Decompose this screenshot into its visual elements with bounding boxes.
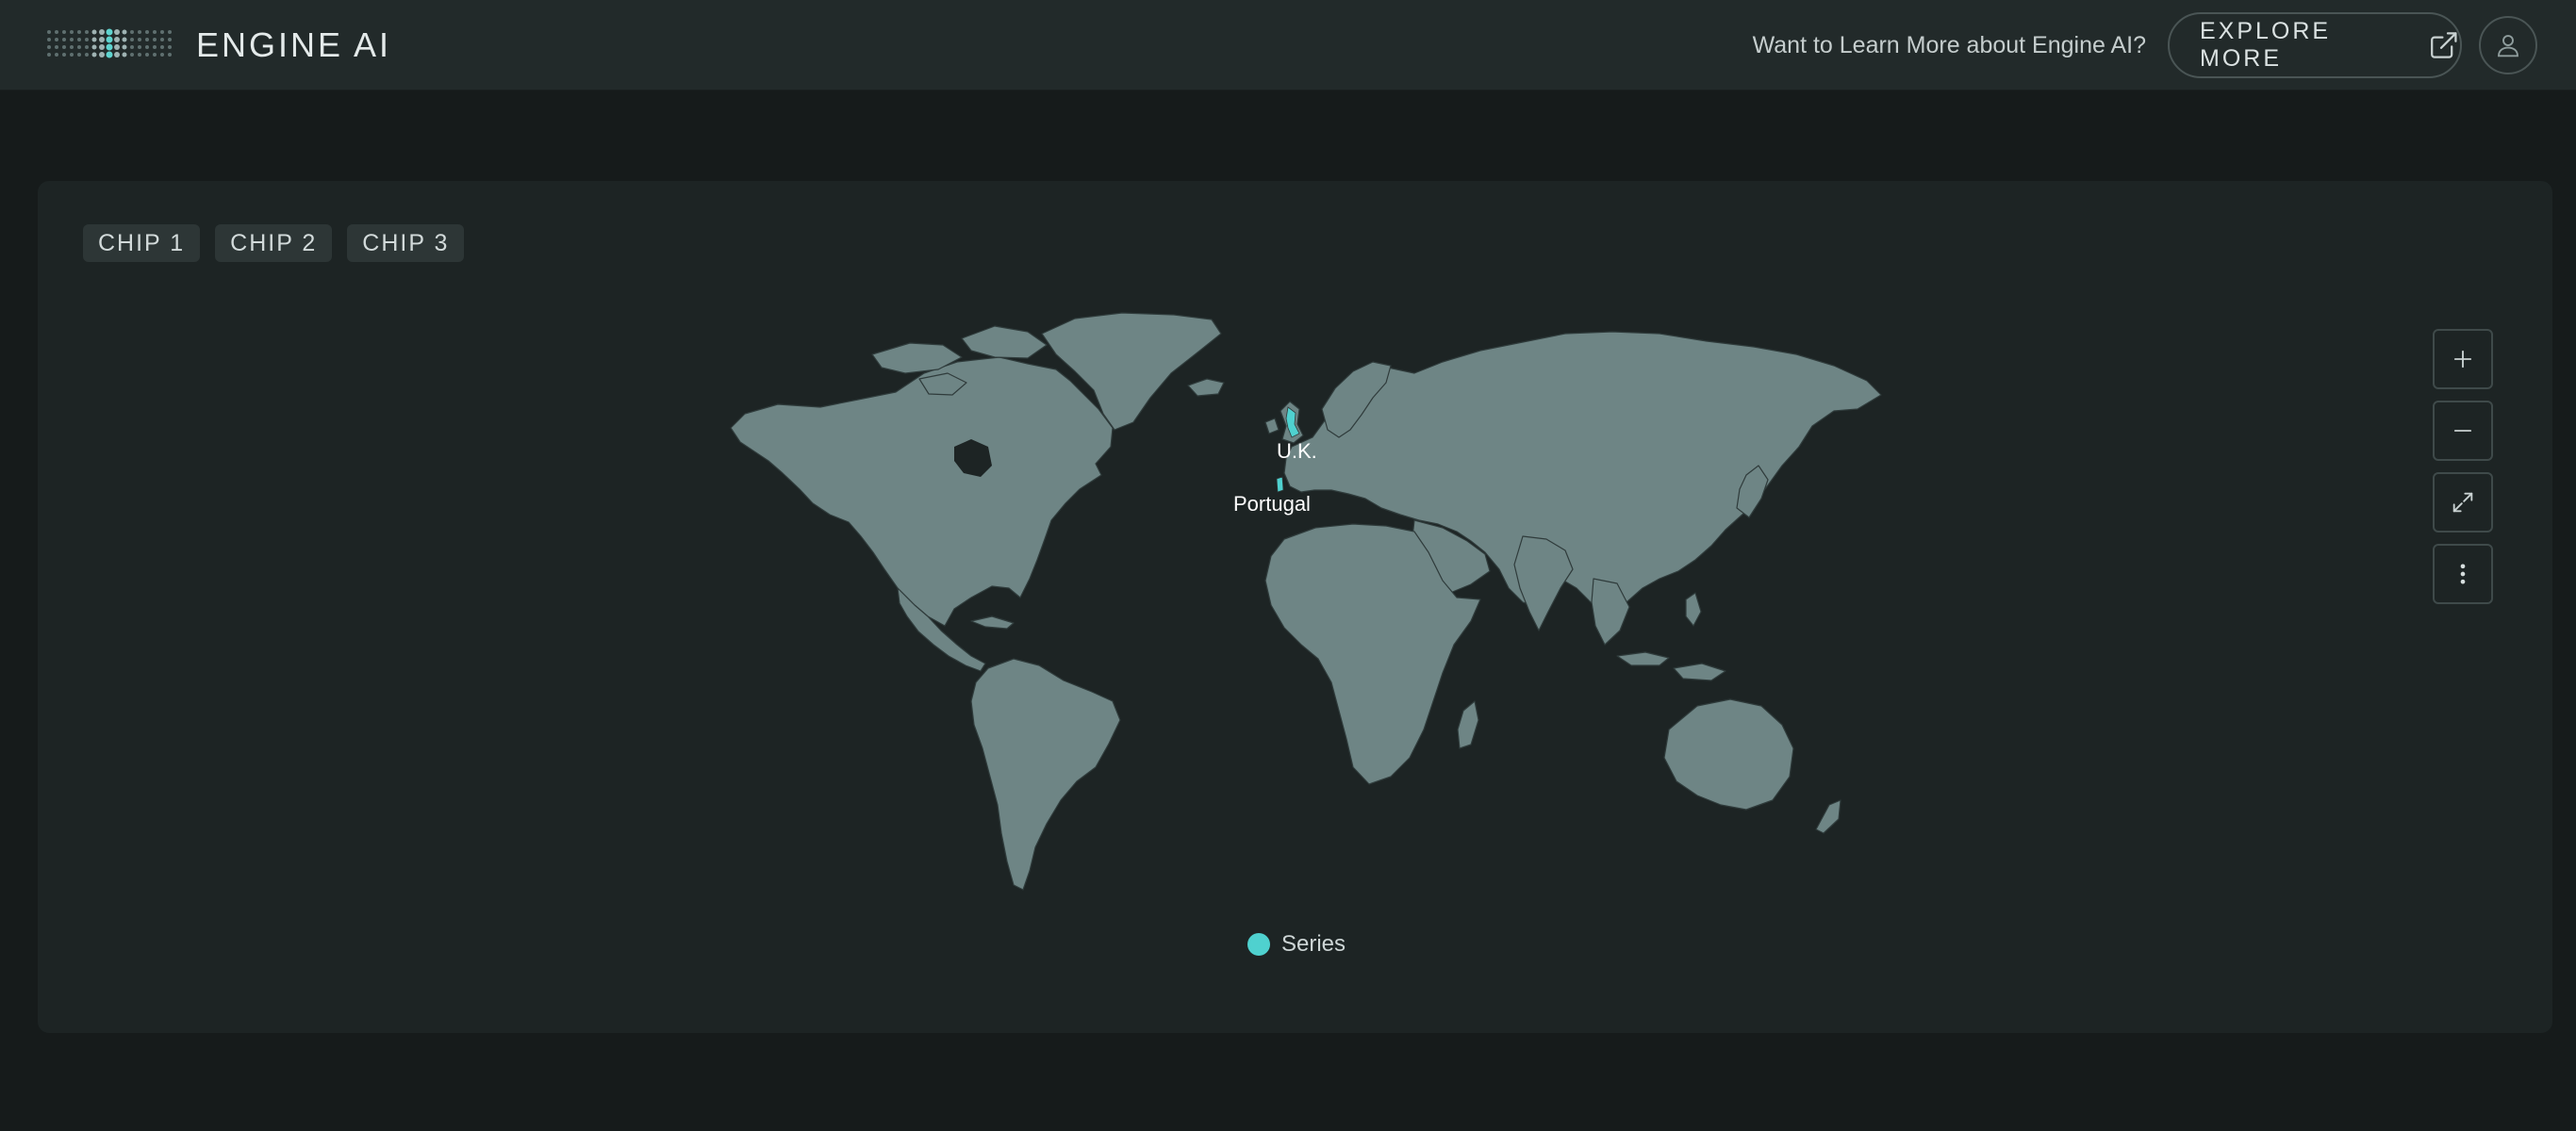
user-avatar-button[interactable] bbox=[2479, 16, 2537, 74]
india-landmass bbox=[1513, 535, 1574, 631]
minus-icon bbox=[2453, 430, 2472, 432]
logo-icon bbox=[47, 28, 172, 58]
australia-landmass bbox=[1663, 698, 1794, 811]
zoom-out-button[interactable] bbox=[2433, 401, 2493, 461]
map-card: CHIP 1 CHIP 2 CHIP 3 U.K. Portugal Serie… bbox=[38, 181, 2552, 1033]
chip-3[interactable]: CHIP 3 bbox=[347, 224, 465, 262]
explore-more-button[interactable]: EXPLORE MORE bbox=[2168, 12, 2462, 78]
chip-2[interactable]: CHIP 2 bbox=[215, 224, 333, 262]
world-map[interactable]: U.K. Portugal bbox=[688, 305, 1961, 909]
explore-more-label: EXPLORE MORE bbox=[2200, 18, 2332, 72]
map-legend[interactable]: Series bbox=[1247, 929, 1346, 959]
plus-icon bbox=[2453, 350, 2472, 369]
more-vertical-icon bbox=[2460, 564, 2466, 584]
chip-1[interactable]: CHIP 1 bbox=[83, 224, 201, 262]
zoom-in-button[interactable] bbox=[2433, 329, 2493, 389]
external-link-icon bbox=[2431, 32, 2457, 58]
more-options-button[interactable] bbox=[2433, 544, 2493, 604]
legend-series-dot bbox=[1247, 933, 1270, 956]
top-bar: ENGINE AI Want to Learn More about Engin… bbox=[0, 0, 2576, 90]
fullscreen-button[interactable] bbox=[2433, 472, 2493, 533]
north-america-landmass bbox=[730, 356, 1114, 627]
south-america-landmass bbox=[970, 658, 1121, 891]
user-icon bbox=[2498, 35, 2518, 57]
chip-group: CHIP 1 CHIP 2 CHIP 3 bbox=[83, 224, 465, 262]
marker-label-portugal: Portugal bbox=[1233, 492, 1311, 516]
expand-icon bbox=[2452, 492, 2473, 513]
portugal-highlight bbox=[1276, 476, 1284, 493]
brand-name: ENGINE AI bbox=[196, 25, 392, 64]
legend-series-label: Series bbox=[1281, 931, 1346, 957]
learn-more-text: Want to Learn More about Engine AI? bbox=[1752, 32, 2146, 58]
marker-label-uk: U.K. bbox=[1277, 439, 1317, 463]
